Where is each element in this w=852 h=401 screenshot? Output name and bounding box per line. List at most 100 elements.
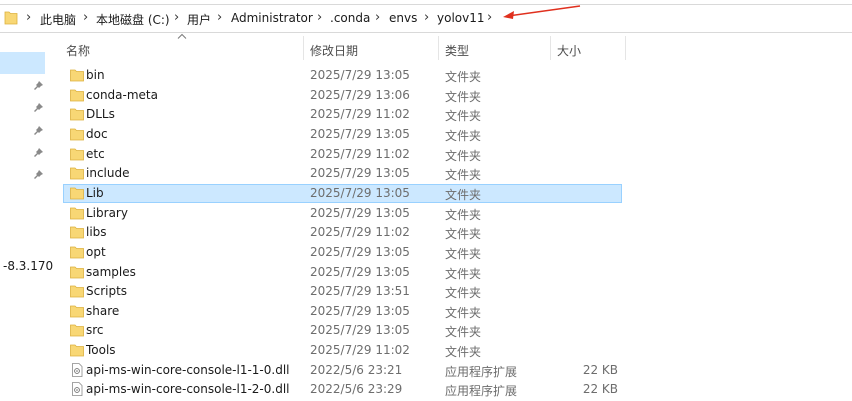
- breadcrumb-chevron-icon[interactable]: ›: [424, 10, 429, 25]
- pin-icon[interactable]: [33, 80, 44, 91]
- file-name: samples: [86, 264, 136, 279]
- file-name: src: [86, 323, 104, 338]
- folder-icon: [70, 245, 84, 259]
- breadcrumb-yolov11[interactable]: yolov11: [437, 11, 485, 25]
- file-row[interactable]: api-ms-win-core-console-l1-1-0.dll 2022/5…: [63, 361, 622, 380]
- file-modified: 2025/7/29 13:51: [310, 284, 410, 299]
- file-modified: 2025/7/29 13:05: [310, 166, 410, 181]
- folder-icon: [70, 107, 84, 121]
- column-header: [0, 33, 852, 61]
- file-name: api-ms-win-core-console-l1-2-0.dll: [86, 382, 290, 397]
- file-type: 文件夹: [445, 109, 482, 124]
- folder-icon: [70, 304, 84, 318]
- column-size-header[interactable]: 大小: [557, 42, 581, 59]
- breadcrumb-chevron-icon[interactable]: ›: [217, 10, 222, 25]
- column-divider[interactable]: [550, 36, 551, 60]
- file-type: 文件夹: [445, 227, 482, 242]
- file-type: 应用程序扩展: [445, 364, 518, 379]
- file-modified: 2025/7/29 11:02: [310, 225, 410, 240]
- file-row[interactable]: api-ms-win-core-console-l1-2-0.dll 2022/5…: [63, 380, 622, 399]
- file-row[interactable]: Lib 2025/7/29 13:05 文件夹: [63, 183, 622, 203]
- breadcrumb-users[interactable]: 用户: [187, 11, 211, 28]
- file-row[interactable]: etc 2025/7/29 11:02 文件夹: [63, 145, 622, 164]
- dll-file-icon: [70, 382, 84, 397]
- file-modified: 2025/7/29 13:05: [310, 68, 410, 82]
- file-row[interactable]: include 2025/7/29 13:05 文件夹: [63, 164, 622, 183]
- file-modified: 2025/7/29 13:05: [310, 244, 410, 259]
- folder-icon: [70, 186, 84, 200]
- column-divider[interactable]: [438, 36, 439, 60]
- file-type: 文件夹: [445, 70, 482, 84]
- file-row[interactable]: Scripts 2025/7/29 13:51 文件夹: [63, 282, 622, 301]
- file-name: DLLs: [86, 107, 115, 122]
- file-row[interactable]: conda-meta 2025/7/29 13:06 文件夹: [63, 86, 622, 105]
- file-name: api-ms-win-core-console-l1-1-0.dll: [86, 362, 290, 377]
- file-row[interactable]: samples 2025/7/29 13:05 文件夹: [63, 263, 622, 282]
- breadcrumb-chevron-icon[interactable]: ›: [317, 10, 322, 25]
- column-divider[interactable]: [625, 36, 626, 60]
- file-modified: 2025/7/29 13:05: [310, 126, 410, 141]
- file-row[interactable]: bin 2025/7/29 13:05 文件夹: [63, 66, 622, 85]
- pin-icon[interactable]: [33, 169, 44, 180]
- pin-icon[interactable]: [33, 147, 44, 158]
- file-type: 文件夹: [445, 187, 482, 202]
- folder-icon: [70, 127, 84, 141]
- breadcrumb-chevron-icon[interactable]: ›: [174, 10, 179, 25]
- nav-selected-item[interactable]: [0, 52, 45, 74]
- file-row[interactable]: Library 2025/7/29 13:05 文件夹: [63, 204, 622, 223]
- file-type: 文件夹: [445, 305, 482, 320]
- file-type: 文件夹: [445, 286, 482, 301]
- file-row[interactable]: src 2025/7/29 13:05 文件夹: [63, 321, 622, 340]
- breadcrumb-chevron-icon[interactable]: ›: [487, 10, 492, 25]
- breadcrumb-envs[interactable]: envs: [389, 11, 417, 25]
- file-type: 文件夹: [445, 207, 482, 222]
- file-type: 文件夹: [445, 128, 482, 143]
- file-modified: 2025/7/29 13:05: [310, 185, 410, 200]
- folder-icon: [70, 343, 84, 357]
- folder-icon: [70, 147, 84, 161]
- breadcrumb-chevron-icon[interactable]: ›: [26, 10, 31, 25]
- breadcrumb-administrator[interactable]: Administrator: [231, 11, 313, 25]
- file-size: 22 KB: [582, 382, 618, 397]
- pin-icon[interactable]: [33, 102, 44, 113]
- address-bar[interactable]: › 此电脑 › 本地磁盘 (C:) › 用户 › Administrator ›…: [0, 4, 852, 33]
- file-row[interactable]: DLLs 2025/7/29 11:02 文件夹: [63, 105, 622, 124]
- column-divider[interactable]: [303, 36, 304, 60]
- breadcrumb-chevron-icon[interactable]: ›: [375, 10, 380, 25]
- pin-icon[interactable]: [33, 125, 44, 136]
- breadcrumb-conda[interactable]: .conda: [330, 11, 370, 25]
- file-type: 应用程序扩展: [445, 384, 518, 399]
- file-modified: 2025/7/29 13:05: [310, 303, 410, 318]
- folder-icon: [70, 284, 84, 298]
- file-modified: 2025/7/29 11:02: [310, 343, 410, 358]
- file-type: 文件夹: [445, 345, 482, 360]
- sort-ascending-icon: [177, 33, 187, 39]
- column-modified-header[interactable]: 修改日期: [310, 42, 358, 59]
- file-row[interactable]: Tools 2025/7/29 11:02 文件夹: [63, 341, 622, 360]
- nav-item-label[interactable]: -8.3.170: [3, 259, 53, 273]
- file-name: include: [86, 166, 130, 181]
- file-type: 文件夹: [445, 89, 482, 104]
- file-type: 文件夹: [445, 148, 482, 163]
- breadcrumb-chevron-icon[interactable]: ›: [83, 10, 88, 25]
- file-name: Tools: [86, 343, 116, 358]
- column-type-header[interactable]: 类型: [445, 42, 469, 59]
- file-modified: 2025/7/29 13:05: [310, 323, 410, 338]
- breadcrumb-this-pc[interactable]: 此电脑: [40, 11, 76, 28]
- file-modified: 2025/7/29 11:02: [310, 107, 410, 122]
- folder-icon: [70, 265, 84, 279]
- file-type: 文件夹: [445, 168, 482, 183]
- file-row[interactable]: doc 2025/7/29 13:05 文件夹: [63, 125, 622, 144]
- file-row[interactable]: libs 2025/7/29 11:02 文件夹: [63, 223, 622, 242]
- file-modified: 2025/7/29 13:05: [310, 205, 410, 220]
- column-name-header[interactable]: 名称: [66, 42, 90, 59]
- folder-icon: [70, 206, 84, 220]
- file-modified: 2025/7/29 13:05: [310, 264, 410, 279]
- file-name: Scripts: [86, 284, 128, 299]
- file-modified: 2022/5/6 23:21: [310, 362, 403, 377]
- file-row[interactable]: share 2025/7/29 13:05 文件夹: [63, 302, 622, 321]
- breadcrumb-local-disk[interactable]: 本地磁盘 (C:): [96, 11, 170, 28]
- file-row[interactable]: opt 2025/7/29 13:05 文件夹: [63, 243, 622, 262]
- file-name: doc: [86, 126, 108, 141]
- file-type: 文件夹: [445, 266, 482, 281]
